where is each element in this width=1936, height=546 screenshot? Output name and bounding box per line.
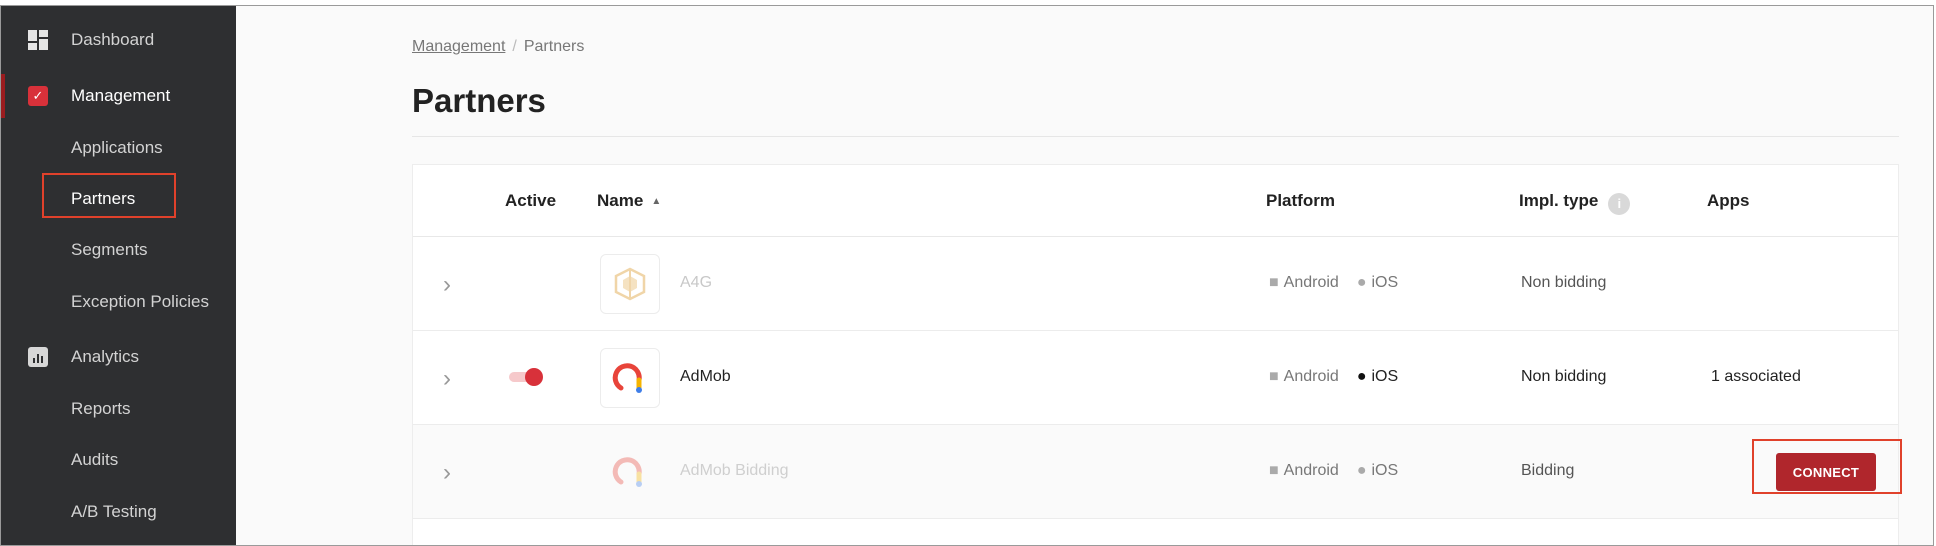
main-content: Management / Partners Partners Active Name… — [236, 6, 1933, 545]
sidebar-item-applications[interactable]: Applications — [1, 126, 236, 170]
toggle-knob — [525, 368, 543, 386]
sidebar-item-label: Segments — [71, 240, 148, 259]
partner-logo-admob — [600, 348, 660, 408]
breadcrumb-current: Partners — [523, 38, 585, 55]
platform-label: Android — [1283, 368, 1339, 385]
admob-logo-icon — [612, 363, 642, 393]
platform-ios: ● iOS — [1357, 368, 1398, 386]
column-header-name-label: Name — [597, 191, 644, 210]
breadcrumb-separator: / — [512, 38, 517, 55]
sort-ascending-icon[interactable]: ▲ — [651, 196, 661, 207]
analytics-icon — [28, 347, 48, 367]
partner-name: A4G — [680, 274, 713, 291]
impl-type: Non bidding — [1521, 368, 1607, 385]
column-header-apps: Apps — [1707, 191, 1750, 210]
column-header-impl-type: Impl. type i — [1519, 191, 1631, 215]
sidebar: Dashboard ✓ Management Applications Part… — [1, 6, 236, 545]
divider — [412, 136, 1899, 137]
column-header-active: Active — [505, 191, 557, 210]
sidebar-item-label: Reports — [71, 399, 131, 418]
sidebar-item-management[interactable]: ✓ Management — [1, 74, 236, 118]
sidebar-item-label: Dashboard — [71, 30, 155, 49]
partners-highlight-box — [42, 173, 176, 218]
page-title: Partners — [412, 82, 546, 119]
sidebar-item-label: Applications — [71, 138, 163, 157]
platform-android: ■ Android — [1269, 368, 1339, 386]
chevron-right-icon[interactable]: › — [443, 365, 451, 393]
platform-label: iOS — [1371, 368, 1399, 385]
chevron-right-icon[interactable]: › — [443, 459, 451, 487]
table-row[interactable]: › AdMob ■ Android ● iOS Non bidding 1 as… — [413, 331, 1898, 425]
table-row[interactable]: › AdMob Bidding ■ Android ● iOS Bidding CO… — [413, 425, 1902, 519]
column-header-name[interactable]: Name ▲ — [597, 191, 661, 211]
sidebar-item-segments[interactable]: Segments — [1, 228, 236, 272]
partner-logo-admob-bidding — [600, 442, 660, 502]
table-header: Active Name ▲ Platform Impl. type i Apps — [413, 165, 1898, 237]
apple-icon: ● — [1356, 462, 1367, 479]
sidebar-item-label: Audits — [71, 450, 119, 469]
apple-icon: ● — [1356, 368, 1367, 385]
breadcrumb: Management / Partners — [412, 38, 584, 56]
platform-ios: ● iOS — [1357, 462, 1398, 480]
partner-logo-a4g — [600, 254, 660, 314]
sidebar-item-audits[interactable]: Audits — [1, 438, 236, 482]
partners-table: Active Name ▲ Platform Impl. type i Apps ›… — [412, 164, 1902, 545]
platform-list: ■ Android ● iOS — [1269, 368, 1398, 386]
connect-button[interactable]: CONNECT — [1776, 453, 1876, 491]
admob-logo-icon — [612, 457, 642, 487]
partner-name: AdMob Bidding — [680, 462, 789, 479]
platform-label: Android — [1283, 274, 1339, 291]
info-icon[interactable]: i — [1608, 193, 1631, 215]
chevron-right-icon[interactable]: › — [443, 271, 451, 299]
platform-android: ■ Android — [1269, 274, 1339, 292]
platform-list: ■ Android ● iOS — [1269, 462, 1398, 480]
column-header-platform: Platform — [1266, 191, 1335, 210]
active-toggle[interactable] — [509, 368, 543, 386]
app-window: Dashboard ✓ Management Applications Part… — [0, 5, 1934, 546]
platform-label: Android — [1283, 462, 1339, 479]
platform-label: iOS — [1371, 274, 1399, 291]
platform-android: ■ Android — [1269, 462, 1339, 480]
sidebar-item-label: Analytics — [71, 347, 140, 366]
sidebar-item-ab-testing[interactable]: A/B Testing — [1, 490, 236, 534]
sidebar-item-label: A/B Testing — [71, 502, 157, 521]
android-icon: ■ — [1269, 368, 1279, 385]
partner-name: AdMob — [680, 368, 731, 385]
android-icon: ■ — [1269, 462, 1279, 479]
sidebar-item-dashboard[interactable]: Dashboard — [1, 18, 236, 62]
dashboard-icon — [28, 30, 48, 50]
sidebar-item-analytics[interactable]: Analytics — [1, 335, 236, 379]
sidebar-item-reports[interactable]: Reports — [1, 387, 236, 431]
impl-type: Non bidding — [1521, 274, 1607, 291]
apps-count: 1 associated — [1711, 368, 1801, 385]
sidebar-item-label: Exception Policies — [71, 292, 209, 311]
column-header-impl-type-label: Impl. type — [1519, 191, 1599, 210]
breadcrumb-link-management[interactable]: Management — [412, 38, 505, 55]
platform-ios: ● iOS — [1357, 274, 1398, 292]
android-icon: ■ — [1269, 274, 1279, 291]
platform-label: iOS — [1371, 462, 1399, 479]
sidebar-item-label: Management — [71, 86, 171, 105]
impl-type: Bidding — [1521, 462, 1575, 479]
table-row[interactable]: › A4G ■ Android ● iOS Non bidding — [413, 237, 1898, 331]
apple-icon: ● — [1356, 274, 1367, 291]
a4g-logo-icon — [614, 267, 646, 301]
sidebar-item-exception-policies[interactable]: Exception Policies — [1, 280, 236, 324]
platform-list: ■ Android ● iOS — [1269, 274, 1398, 292]
checkbox-icon: ✓ — [28, 86, 48, 106]
